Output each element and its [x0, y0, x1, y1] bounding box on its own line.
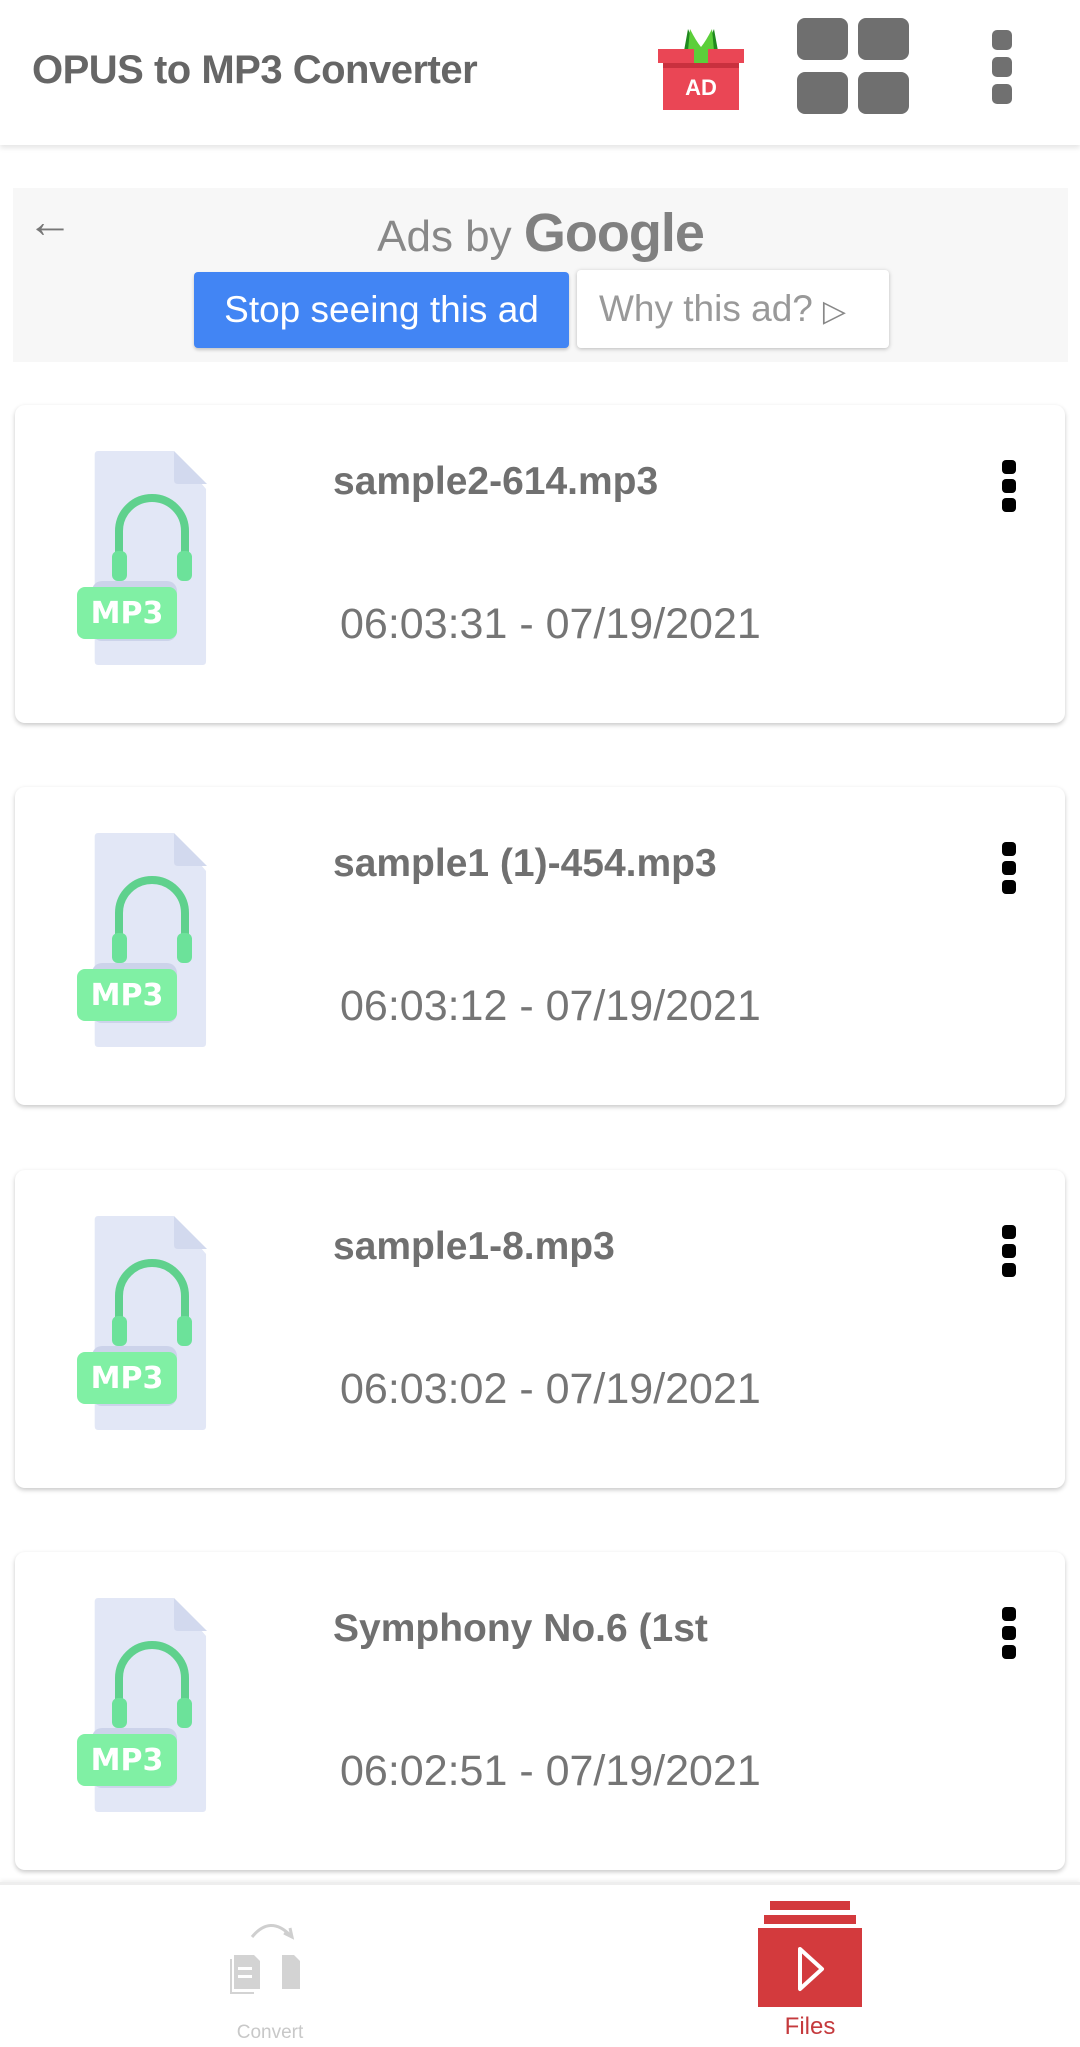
grid-view-icon[interactable] — [797, 18, 911, 114]
file-datetime: 06:03:02 - 07/19/2021 — [340, 1365, 761, 1413]
mp3-file-icon: MP3 — [77, 1216, 207, 1436]
file-datetime: 06:02:51 - 07/19/2021 — [340, 1747, 761, 1795]
file-card[interactable]: MP3 sample2-614.mp3 06:03:31 - 07/19/202… — [15, 405, 1065, 723]
file-more-icon[interactable] — [1000, 1225, 1020, 1277]
bottom-nav: Convert Files — [0, 1882, 1080, 2047]
nav-label-convert: Convert — [236, 2022, 304, 2043]
file-card[interactable]: MP3 sample1 (1)-454.mp3 06:03:12 - 07/19… — [15, 787, 1065, 1105]
stop-seeing-ad-button[interactable]: Stop seeing this ad — [194, 272, 569, 348]
nav-label-files: Files — [784, 2013, 836, 2040]
file-name: sample1 (1)-454.mp3 — [333, 842, 717, 885]
gift-ad-icon[interactable]: AD — [658, 25, 744, 110]
file-more-icon[interactable] — [1000, 1607, 1020, 1659]
file-card[interactable]: MP3 sample1-8.mp3 06:03:02 - 07/19/2021 — [15, 1170, 1065, 1488]
more-vert-icon[interactable] — [992, 30, 1014, 106]
file-name: sample2-614.mp3 — [333, 460, 659, 503]
file-name: Symphony No.6 (1st — [333, 1607, 708, 1650]
mp3-badge-text: MP3 — [91, 1743, 164, 1778]
mp3-file-icon: MP3 — [77, 451, 207, 671]
nav-item-files[interactable]: Files — [660, 1885, 960, 2047]
file-card[interactable]: MP3 Symphony No.6 (1st 06:02:51 - 07/19/… — [15, 1552, 1065, 1870]
file-more-icon[interactable] — [1000, 842, 1020, 894]
file-name: sample1-8.mp3 — [333, 1225, 615, 1268]
adchoices-icon: ▷ — [822, 295, 846, 328]
app-title: OPUS to MP3 Converter — [32, 48, 478, 92]
convert-files-icon — [228, 1915, 318, 2005]
ads-by-google-label: Ads by Google — [377, 203, 705, 263]
mp3-badge-text: MP3 — [91, 978, 164, 1013]
files-play-icon — [758, 1897, 862, 2007]
file-more-icon[interactable] — [1000, 460, 1020, 512]
gift-badge-text: AD — [685, 75, 717, 100]
mp3-file-icon: MP3 — [77, 833, 207, 1053]
file-datetime: 06:03:12 - 07/19/2021 — [340, 982, 761, 1030]
why-this-ad-button[interactable]: Why this ad? ▷ — [577, 270, 889, 348]
mp3-badge-text: MP3 — [91, 596, 164, 631]
mp3-badge-text: MP3 — [91, 1361, 164, 1396]
why-this-ad-label: Why this ad? — [599, 288, 813, 329]
app-bar: OPUS to MP3 Converter AD — [0, 0, 1080, 145]
file-datetime: 06:03:31 - 07/19/2021 — [340, 600, 761, 648]
mp3-file-icon: MP3 — [77, 1598, 207, 1818]
nav-item-convert[interactable]: Convert — [120, 1885, 420, 2047]
ad-banner: ← Ads by Google Stop seeing this ad Why … — [13, 188, 1068, 362]
